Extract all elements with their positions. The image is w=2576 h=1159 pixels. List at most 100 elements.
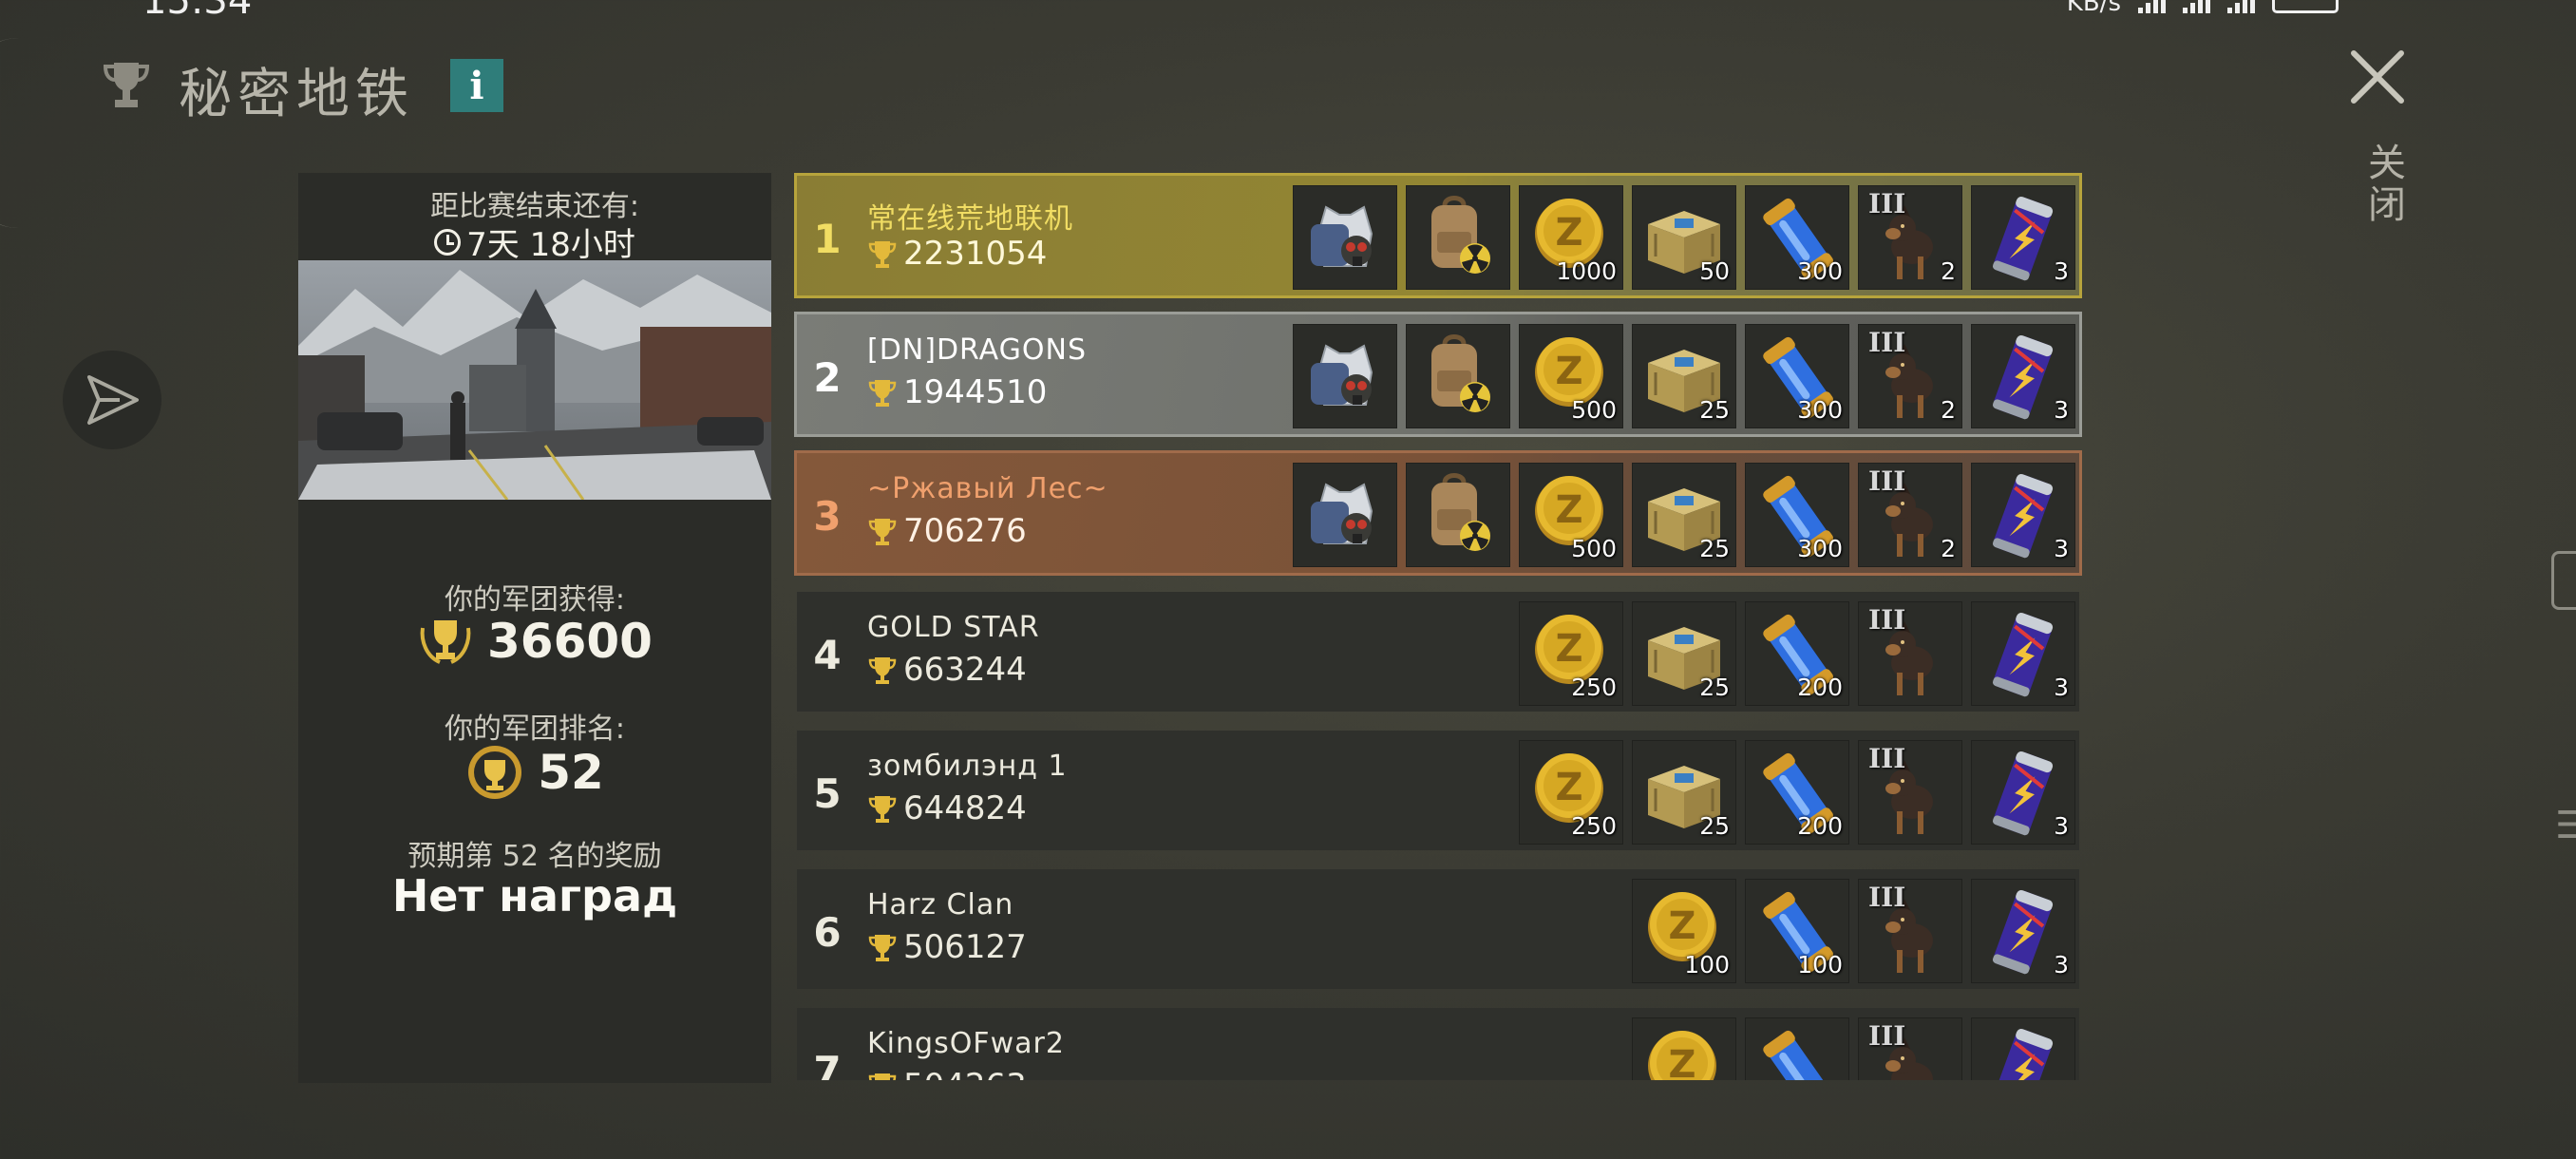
signal-icon (2138, 0, 2166, 13)
reward-item[interactable] (1293, 324, 1397, 428)
legion-score-value: 1944510 (903, 373, 1048, 411)
reward-item[interactable] (1406, 185, 1510, 290)
reward-quantity: 200 (1797, 812, 1843, 840)
reward-item[interactable]: Z 500 (1519, 324, 1623, 428)
reward-item[interactable]: Z 500 (1519, 463, 1623, 567)
trophy-icon (868, 519, 897, 545)
reward-list: Z 250 25 200 III 3 (1519, 740, 2075, 846)
legion-score-value: 706276 (903, 512, 1027, 550)
legion-score: 706276 (867, 512, 1027, 550)
reward-item[interactable]: 25 (1632, 324, 1736, 428)
reward-item[interactable]: III (1858, 879, 1962, 983)
legion-name: KingsOFwar2 (867, 1027, 1065, 1060)
side-control-icon (2551, 551, 2576, 610)
rank-number: 2 (813, 353, 842, 401)
trophy-icon (868, 796, 897, 823)
reward-list: Z 500 25 300 III 2 3 (1293, 463, 2075, 569)
reward-item[interactable] (1406, 463, 1510, 567)
signal-icon (2227, 0, 2255, 13)
reward-item[interactable] (1971, 1017, 2075, 1080)
expected-reward-value: Нет наград (391, 870, 678, 922)
reward-item[interactable]: III 2 (1858, 324, 1962, 428)
reward-item[interactable]: III (1858, 601, 1962, 706)
expected-reward-label: 预期第 52 名的奖励 (407, 840, 662, 873)
reward-item[interactable]: Z 250 (1519, 740, 1623, 845)
reward-item[interactable]: 25 (1632, 463, 1736, 567)
leaderboard-row[interactable]: 1 常在线荒地联机 2231054 Z 1000 50 300 III 2 3 (794, 173, 2082, 298)
svg-text:Z: Z (1668, 904, 1695, 948)
legion-score-value: 2231054 (903, 235, 1048, 273)
reward-item[interactable]: 3 (1971, 879, 2075, 983)
info-button[interactable]: i (450, 59, 503, 112)
leaderboard-row[interactable]: 2 [DN]DRAGONS 1944510 Z 500 25 300 III 2 3 (794, 312, 2082, 437)
reward-item[interactable]: III (1858, 1017, 1962, 1080)
legion-name: ~Ржавый Лес~ (867, 472, 1108, 505)
trophy-icon (103, 63, 150, 107)
rank-number: 4 (813, 631, 842, 678)
legion-name: GOLD STAR (867, 611, 1040, 644)
legion-name: зомбилэнд 1 (867, 750, 1068, 783)
reward-quantity: 300 (1797, 257, 1843, 285)
reward-quantity: 3 (2054, 396, 2069, 424)
leaderboard-row[interactable]: 6 Harz Clan 506127 Z 100 100 III 3 (794, 866, 2082, 992)
reward-quantity: 3 (2054, 674, 2069, 701)
close-button[interactable] (2346, 46, 2409, 108)
trophy-icon (868, 380, 897, 407)
reward-item[interactable]: 25 (1632, 740, 1736, 845)
leaderboard-row[interactable]: 4 GOLD STAR 663244 Z 250 25 200 III 3 (794, 589, 2082, 714)
close-label[interactable]: 关闭 (2356, 142, 2411, 226)
reward-item[interactable]: Z 100 (1632, 879, 1736, 983)
reward-item[interactable]: 200 (1745, 740, 1849, 845)
trophy-icon (868, 657, 897, 684)
event-banner-image (298, 260, 771, 500)
reward-item[interactable]: 3 (1971, 185, 2075, 290)
reward-item[interactable]: 3 (1971, 463, 2075, 567)
side-menu-icon: ☰ (2555, 804, 2576, 847)
reward-item[interactable]: 3 (1971, 324, 2075, 428)
reward-item[interactable]: 3 (1971, 740, 2075, 845)
reward-item[interactable]: 300 (1745, 324, 1849, 428)
reward-item[interactable] (1745, 1017, 1849, 1080)
reward-item[interactable]: Z 1000 (1519, 185, 1623, 290)
reward-item[interactable]: 200 (1745, 601, 1849, 706)
reward-item[interactable]: 100 (1745, 879, 1849, 983)
leaderboard-row[interactable]: 5 зомбилэнд 1 644824 Z 250 25 200 III 3 (794, 728, 2082, 853)
trophy-icon (868, 241, 897, 268)
reward-item[interactable]: III 2 (1858, 463, 1962, 567)
reward-item[interactable] (1293, 463, 1397, 567)
reward-quantity: 500 (1571, 396, 1617, 424)
reward-item[interactable]: 25 (1632, 601, 1736, 706)
reward-item[interactable]: III 2 (1858, 185, 1962, 290)
reward-item[interactable]: 300 (1745, 185, 1849, 290)
rank-number: 3 (813, 492, 842, 540)
send-icon (87, 375, 139, 425)
reward-item[interactable] (1293, 185, 1397, 290)
trophy-icon (868, 1074, 897, 1080)
legion-earned-value: 36600 (487, 614, 653, 669)
reward-item[interactable]: 3 (1971, 601, 2075, 706)
share-button[interactable] (63, 351, 161, 449)
reward-item[interactable]: Z (1632, 1017, 1736, 1080)
time-remaining-value: 7天 18小时 (466, 226, 635, 264)
status-time: 15:34 (142, 0, 253, 23)
svg-text:Z: Z (1555, 488, 1582, 532)
svg-text:Z: Z (1555, 766, 1582, 809)
reward-quantity: 250 (1571, 812, 1617, 840)
reward-quantity: 2 (1941, 535, 1956, 562)
reward-item[interactable]: III (1858, 740, 1962, 845)
leaderboard-row[interactable]: 3 ~Ржавый Лес~ 706276 Z 500 25 300 III 2 3 (794, 450, 2082, 576)
reward-item[interactable]: 300 (1745, 463, 1849, 567)
reward-item[interactable]: Z 250 (1519, 601, 1623, 706)
reward-item[interactable] (1406, 324, 1510, 428)
reward-item[interactable]: 50 (1632, 185, 1736, 290)
reward-quantity: 25 (1699, 812, 1730, 840)
reward-list: Z III (1632, 1017, 2075, 1080)
legion-rank-value: 52 (538, 745, 604, 800)
leaderboard-row[interactable]: 7 KingsOFwar2 504263 Z III (794, 1005, 2082, 1083)
reward-quantity: 100 (1684, 951, 1730, 978)
legion-rank-label: 你的军团排名: (444, 712, 626, 746)
legion-score-value: 504263 (903, 1067, 1027, 1080)
legion-name: 常在线荒地联机 (867, 202, 1073, 236)
legion-score-value: 644824 (903, 789, 1027, 827)
reward-quantity: 200 (1797, 674, 1843, 701)
